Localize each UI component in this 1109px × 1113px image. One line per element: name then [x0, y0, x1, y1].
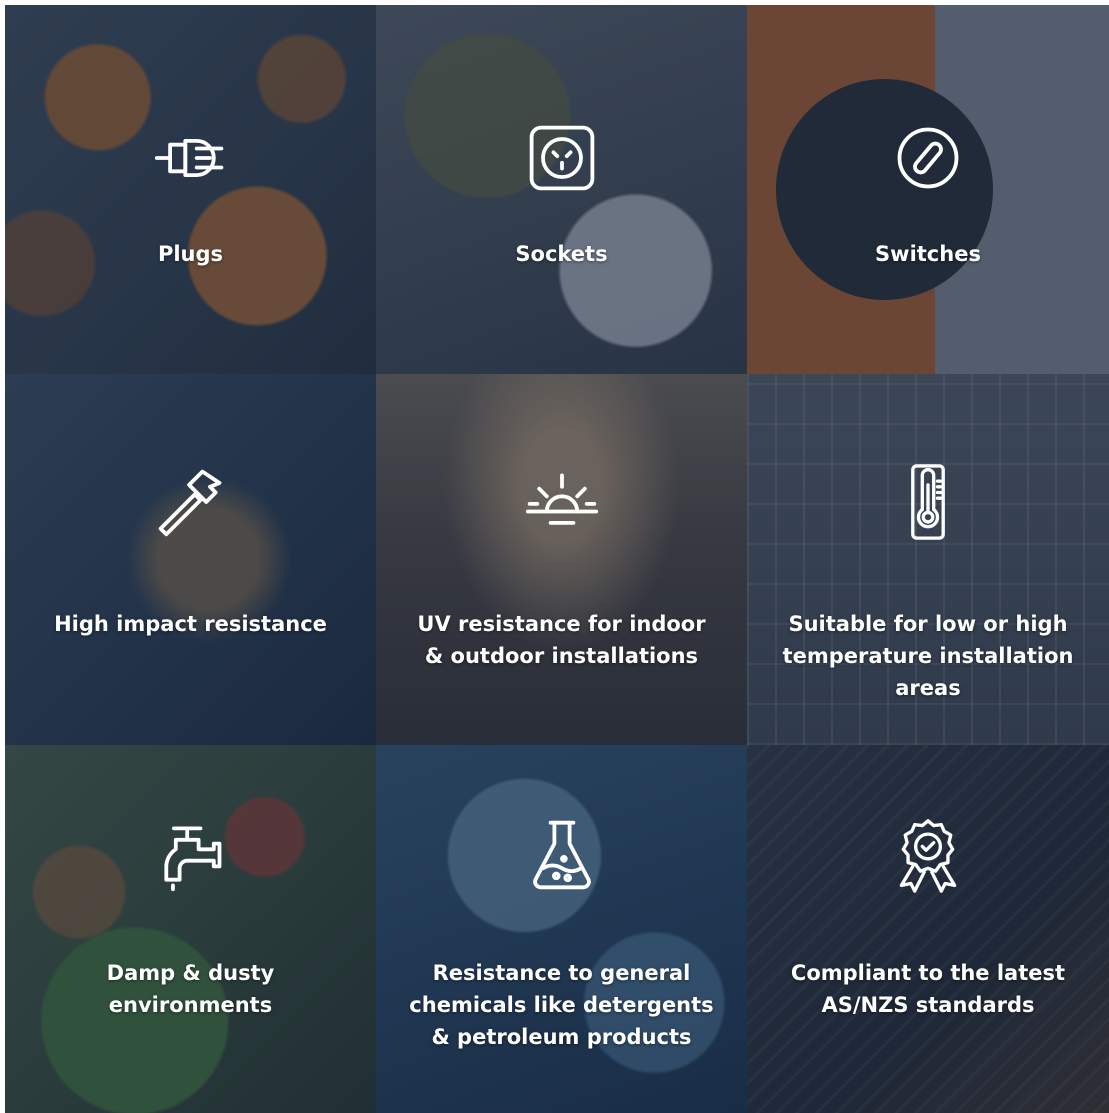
- tile-label: Plugs: [157, 242, 224, 266]
- tile-uv-resistance[interactable]: UV resistance for indoor & outdoor insta…: [376, 374, 747, 745]
- feature-grid: Plugs Sockets Switches High impact resis…: [5, 5, 1109, 1113]
- tap-icon: [153, 817, 229, 893]
- tile-label: UV resistance for indoor & outdoor insta…: [417, 612, 706, 668]
- tile-temperature[interactable]: Suitable for low or high temperature ins…: [747, 374, 1109, 745]
- tile-switches[interactable]: Switches: [747, 5, 1109, 374]
- socket-icon: [524, 120, 600, 196]
- tile-label: High impact resistance: [54, 612, 327, 636]
- tile-label: Resistance to general chemicals like det…: [409, 961, 714, 1049]
- tile-label: Compliant to the latest AS/NZS standards: [790, 961, 1066, 1017]
- tile-plugs[interactable]: Plugs: [5, 5, 376, 374]
- tile-compliant[interactable]: Compliant to the latest AS/NZS standards: [747, 745, 1109, 1113]
- tile-chemical-resistance[interactable]: Resistance to general chemicals like det…: [376, 745, 747, 1113]
- tile-label: Switches: [875, 242, 981, 266]
- tile-high-impact[interactable]: High impact resistance: [5, 374, 376, 745]
- tile-label: Damp & dusty environments: [106, 961, 275, 1017]
- hammer-icon: [153, 464, 229, 540]
- sun-icon: [524, 464, 600, 540]
- tile-sockets[interactable]: Sockets: [376, 5, 747, 374]
- thermometer-icon: [890, 464, 966, 540]
- plug-icon: [153, 120, 229, 196]
- tile-label: Sockets: [515, 242, 608, 266]
- tile-label: Suitable for low or high temperature ins…: [782, 612, 1074, 700]
- switch-icon: [890, 120, 966, 196]
- award-ribbon-icon: [890, 817, 966, 893]
- tile-damp-dusty[interactable]: Damp & dusty environments: [5, 745, 376, 1113]
- flask-icon: [524, 817, 600, 893]
